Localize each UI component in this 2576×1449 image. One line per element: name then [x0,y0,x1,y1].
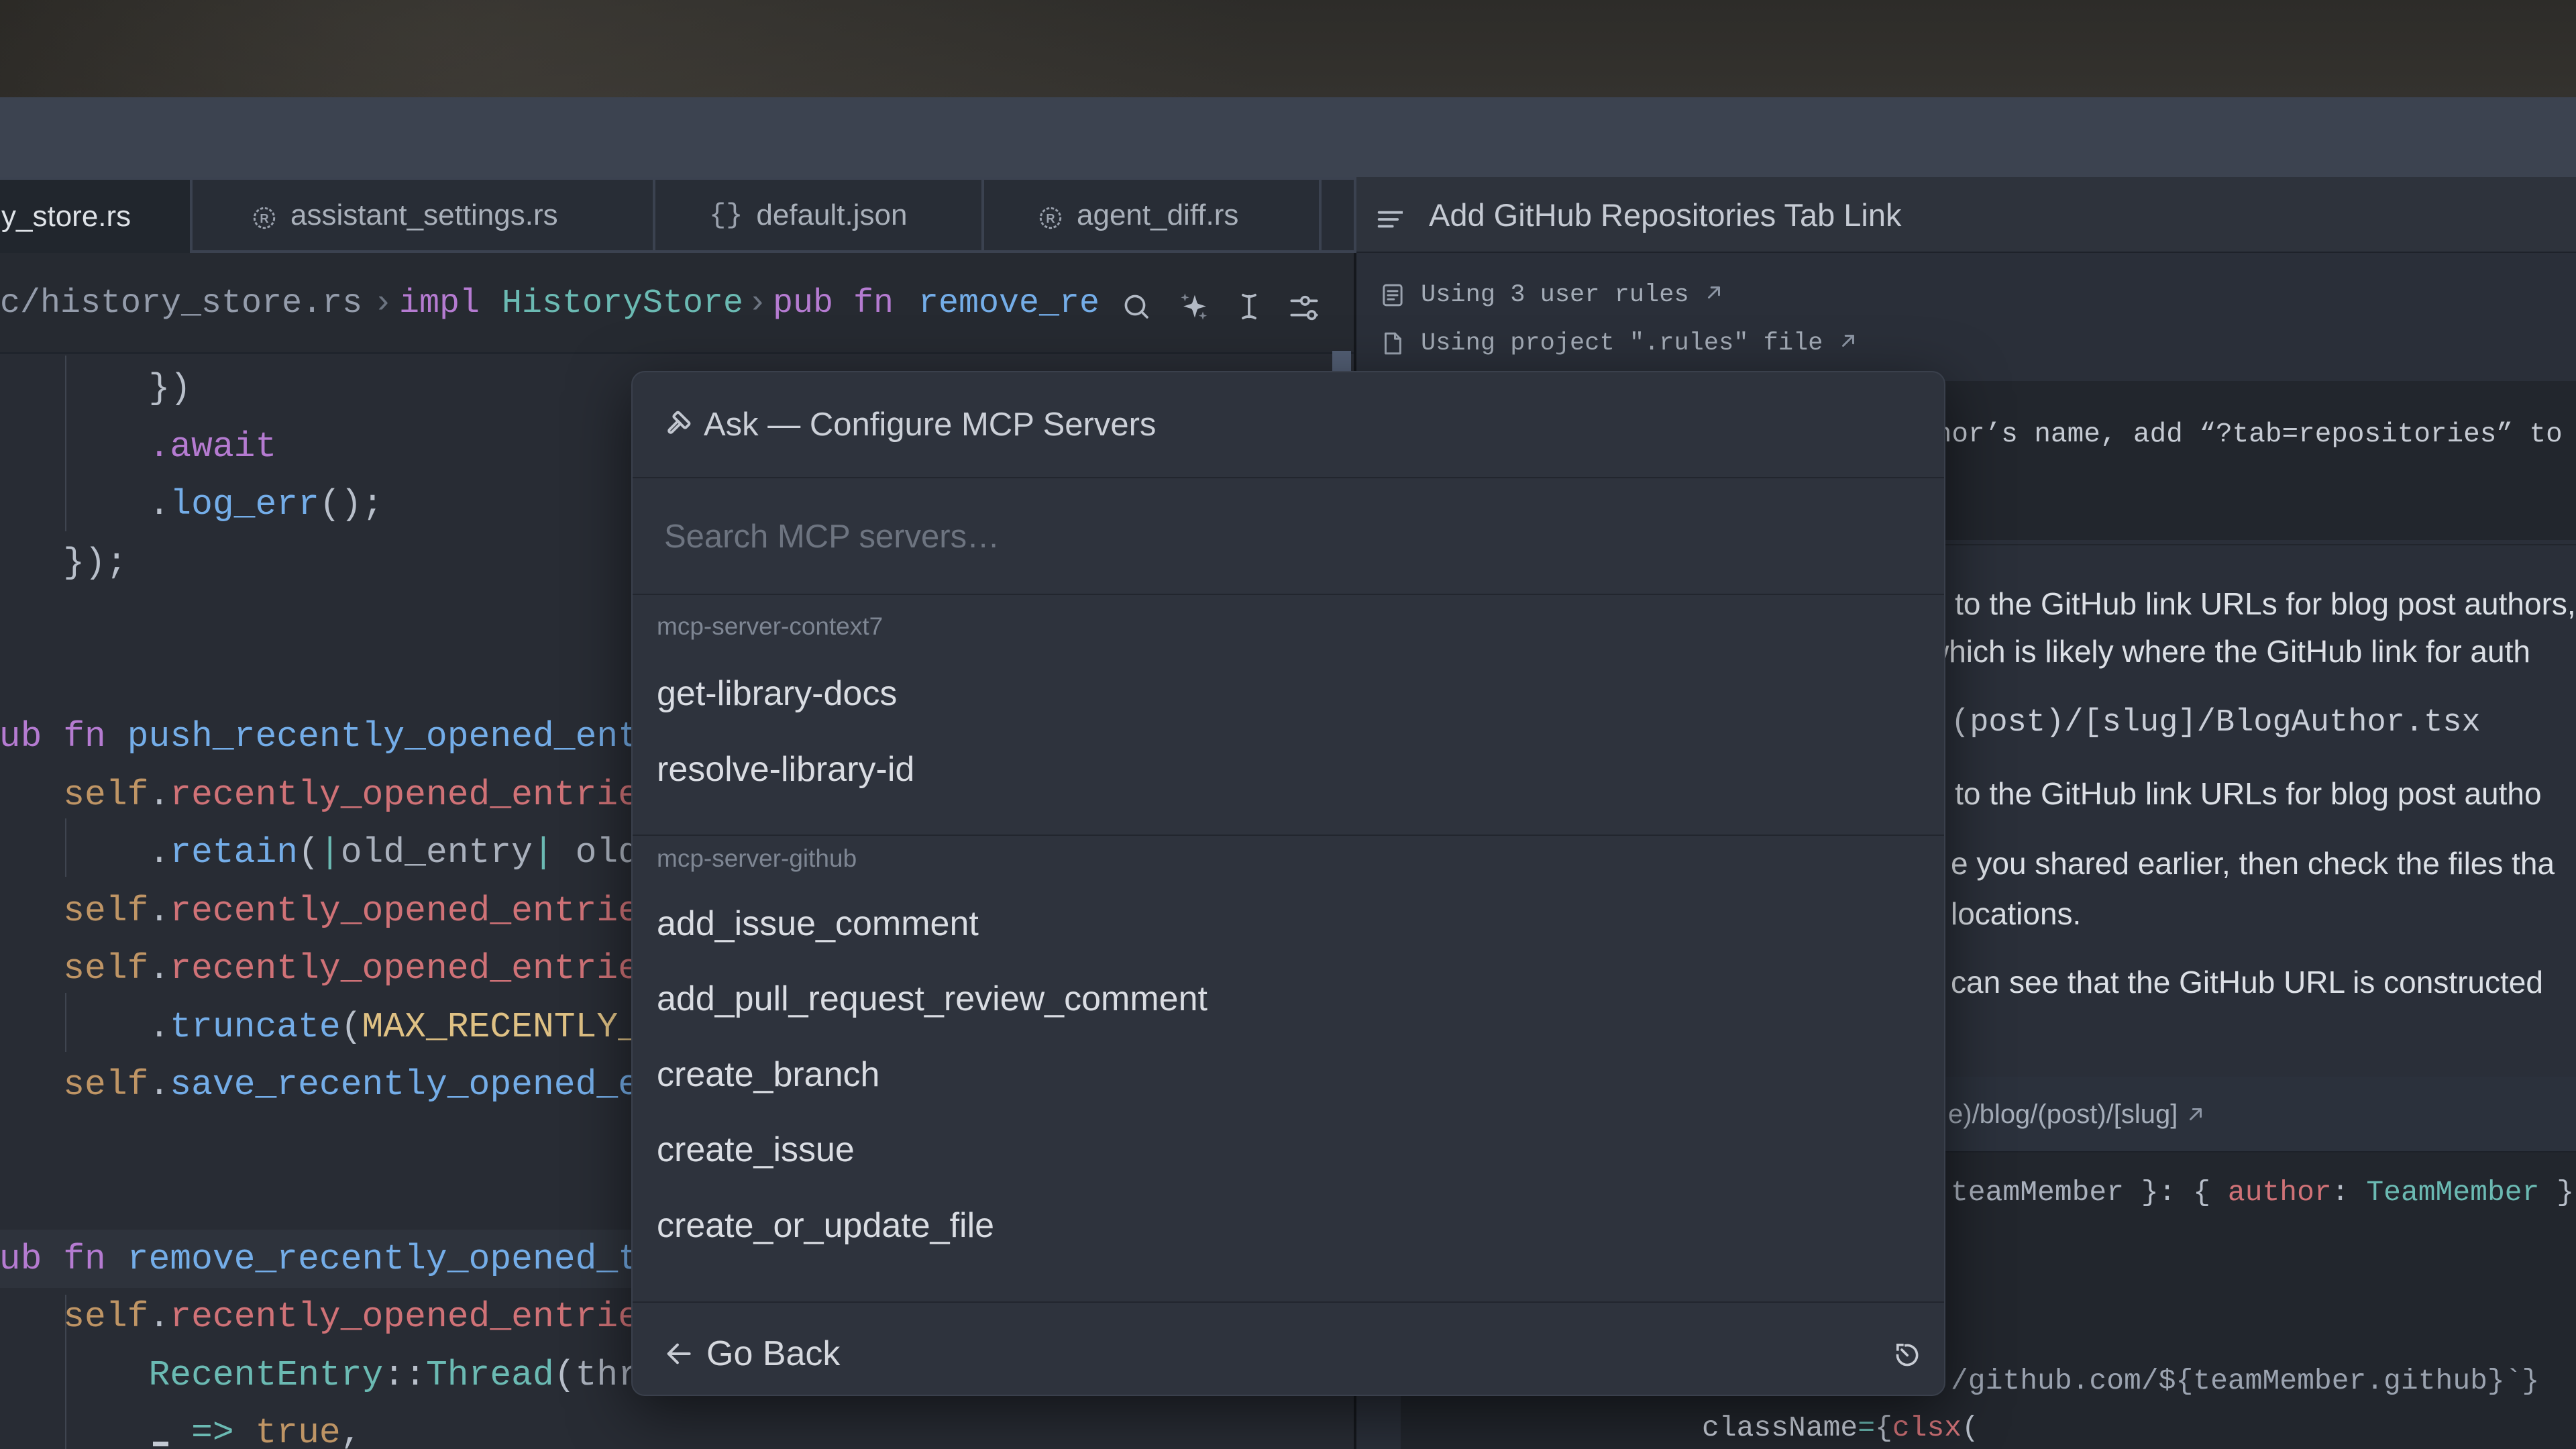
svg-text:R: R [260,211,268,225]
svg-text:R: R [1046,211,1055,225]
